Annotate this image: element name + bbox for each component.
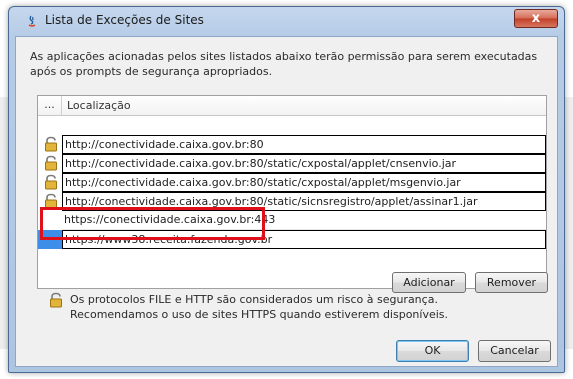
close-button[interactable]: x [514,9,558,28]
description-text: As aplicações acionadas pelos sites list… [30,50,538,78]
window-title: Lista de Exceções de Sites [45,13,204,27]
close-icon: x [531,11,541,26]
remove-button[interactable]: Remover [475,272,548,293]
table-row[interactable]: http://conectividade.caixa.gov.br:80/sta… [38,154,546,173]
row-url[interactable]: http://conectividade.caixa.gov.br:80/sta… [62,154,546,173]
row-url[interactable]: http://conectividade.caixa.gov.br:80 [62,135,546,154]
row-url[interactable]: https://conectividade.caixa.gov.br:443 [62,211,546,230]
lock-icon [45,136,57,152]
ok-button[interactable]: OK [396,340,469,362]
table-row-selected[interactable]: https://www38.receita.fazenda.gov.br [38,230,546,249]
row-icon-cell [38,230,62,249]
table-header: ... Localização [38,96,546,116]
table-row[interactable]: http://conectividade.caixa.gov.br:80/sta… [38,173,546,192]
row-url-editing[interactable]: https://www38.receita.fazenda.gov.br [62,230,546,249]
cancel-button[interactable]: Cancelar [478,340,551,362]
security-notice-line2: Recomendamos o uso de sites HTTPS quando… [70,308,449,321]
table-row[interactable]: https://conectividade.caixa.gov.br:443 [38,211,546,230]
lock-icon [45,155,57,171]
row-url[interactable]: http://conectividade.caixa.gov.br:80/sta… [62,173,546,192]
header-dots-column[interactable]: ... [38,96,62,115]
lock-icon [45,193,57,209]
add-button[interactable]: Adicionar [392,272,466,293]
row-icon-cell [38,135,62,154]
row-icon-cell [38,192,62,211]
exception-table[interactable]: ... Localização http://conectividade.cai… [37,95,547,289]
table-row[interactable]: http://conectividade.caixa.gov.br:80/sta… [38,192,546,211]
exception-site-list-dialog: Lista de Exceções de Sites x As aplicaçõ… [8,6,565,373]
lock-icon [45,174,57,190]
table-row[interactable]: http://conectividade.caixa.gov.br:80 [38,135,546,154]
dialog-body: As aplicações acionadas pelos sites list… [15,36,558,367]
security-notice-line1: Os protocolos FILE e HTTP são considerad… [70,293,438,306]
java-icon [28,15,36,27]
row-icon-cell [38,154,62,173]
row-url[interactable]: http://conectividade.caixa.gov.br:80/sta… [62,192,546,211]
lock-icon [50,292,62,308]
row-icon-cell [38,211,62,230]
row-icon-cell [38,173,62,192]
titlebar: Lista de Exceções de Sites x [9,7,564,33]
header-location-column[interactable]: Localização [67,99,131,112]
security-notice: Os protocolos FILE e HTTP são considerad… [70,292,450,322]
